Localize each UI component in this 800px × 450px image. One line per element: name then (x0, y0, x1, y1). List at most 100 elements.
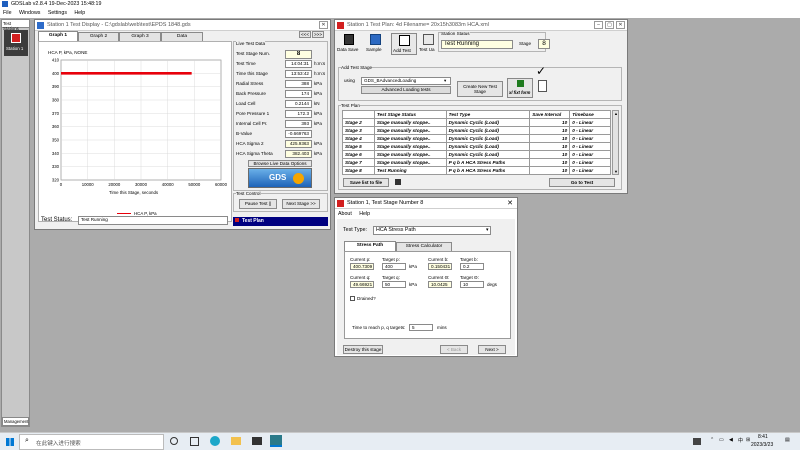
input-lang[interactable]: 中 (738, 437, 743, 444)
column-header[interactable]: Save Interval (529, 110, 571, 119)
column-header[interactable]: Test Stage Status (373, 110, 447, 119)
y-tick-label: 320 (52, 178, 60, 183)
table-row[interactable]: Stage 7 Stage manually stoppe.. P q b A HC… (342, 158, 611, 167)
clock-time[interactable]: 8:41 (758, 434, 768, 440)
tray-chevron-icon[interactable]: ⌃ (710, 437, 714, 443)
plan-titlebar: Station 1 Test Plan: 4d Filename= 20x15h… (335, 20, 627, 31)
tab-stress-calculator[interactable]: Stress Calculator (396, 242, 452, 251)
using-dropdown-icon[interactable]: ▾ (444, 78, 446, 84)
column-header[interactable]: Test Type (445, 110, 531, 119)
stress-field-unit: kPa (409, 282, 417, 287)
tab-graph-3[interactable]: Graph 3 (119, 32, 161, 41)
next-button[interactable]: Next > (478, 345, 506, 354)
x-tick-label: 60000 (215, 182, 228, 187)
clock-date[interactable]: 2023/3/23 (751, 442, 773, 448)
target-value-input[interactable]: 0.2 (460, 263, 484, 270)
tab-stress-path[interactable]: Stress Path (344, 241, 396, 251)
gdslab-task-icon[interactable] (270, 435, 282, 447)
management-button[interactable]: Management (2, 417, 29, 426)
target-value-input[interactable]: 10 (460, 281, 484, 288)
menu-windows[interactable]: Windows (19, 10, 41, 16)
volume-icon[interactable]: ◀ (729, 437, 733, 443)
test-ua-button[interactable]: Test Ua (419, 33, 439, 55)
document-icon[interactable] (538, 80, 547, 92)
nav-back-button[interactable]: <<< (299, 31, 311, 38)
test-display-window: Station 1 Test Display - C:\gdslab\web\t… (34, 19, 331, 230)
widgets-icon[interactable] (190, 437, 199, 446)
notification-icon[interactable]: ▤ (785, 437, 790, 443)
table-cell: 0 - Linear (569, 158, 611, 167)
scroll-down-icon[interactable]: ▼ (614, 169, 618, 174)
y-tick-label: 360 (52, 124, 60, 129)
next-stage-button[interactable]: Next Stage >> (282, 199, 320, 209)
close-icon[interactable]: ✕ (319, 21, 328, 29)
table-cell: 10 (529, 118, 571, 127)
start-icon[interactable] (6, 438, 14, 446)
target-value-input[interactable]: 50 (382, 281, 406, 288)
pause-test-button[interactable]: Pause Test || (239, 199, 277, 209)
drained-checkbox[interactable] (350, 296, 355, 301)
live-data-value: 14:04:31 (285, 60, 312, 68)
time-to-reach-input[interactable]: 5 (409, 324, 433, 331)
plan-close-icon[interactable]: ✕ (616, 21, 625, 29)
browse-live-data-button[interactable]: Browse Live Data Options (248, 160, 312, 167)
live-data-label: Back Pressure (236, 91, 266, 96)
tray-app-icon[interactable] (693, 438, 701, 445)
target-value-input[interactable]: 400 (382, 263, 406, 270)
app-menubar: File Windows Settings Help (0, 9, 800, 18)
disk-icon (344, 34, 354, 45)
scroll-up-icon[interactable]: ▲ (614, 111, 618, 116)
column-header[interactable]: Timebase (569, 110, 611, 119)
table-row[interactable]: Stage 6 Stage manually stoppe.. Dynamic Cy… (342, 150, 611, 159)
column-header[interactable] (342, 110, 375, 119)
table-row[interactable]: Stage 8 Test Running P q b A HCA Stress Pa… (342, 166, 611, 175)
table-row[interactable]: Stage 5 Stage manually stoppe.. Dynamic Cy… (342, 142, 611, 151)
gds-logo: GDS (248, 168, 312, 188)
dialog-menu-about[interactable]: About (338, 211, 352, 217)
data-save-button[interactable]: Data Save (337, 33, 361, 55)
file-explorer-icon[interactable] (231, 437, 241, 445)
create-stage-button[interactable]: Create New Test Stage (457, 81, 503, 97)
stress-field-label: Target p: (382, 257, 400, 262)
ime-icon[interactable]: ⊞ (746, 437, 750, 443)
dialog-menu-help[interactable]: Help (359, 211, 370, 217)
using-select[interactable]: GDS_BAdvancedLoading (361, 77, 451, 85)
add-test-button[interactable]: Add Test (391, 33, 417, 55)
back-button[interactable]: < Back (440, 345, 468, 354)
taskbar-search[interactable]: ⌕ 在此键入进行搜索 (19, 434, 164, 450)
edge-icon[interactable] (210, 436, 220, 446)
tab-graph-2[interactable]: Graph 2 (78, 32, 119, 41)
menu-help[interactable]: Help (74, 10, 85, 16)
save-list-button[interactable]: Save list to file (343, 178, 389, 187)
table-row[interactable]: Stage 3 Stage manually stoppe.. Dynamic Cy… (342, 126, 611, 135)
tab-graph-1[interactable]: Graph 1 (38, 31, 78, 41)
save-disk-icon[interactable] (395, 179, 401, 185)
table-row[interactable]: Stage 2 Stage manually stoppe.. Dynamic Cy… (342, 118, 611, 127)
add-test-label: Add Test (393, 48, 411, 53)
live-data-label: Load Cell (236, 101, 256, 106)
task-view-icon[interactable] (170, 437, 178, 445)
menu-file[interactable]: File (3, 10, 12, 16)
stage-label: Stage (519, 41, 532, 46)
network-icon[interactable]: ▭ (719, 437, 724, 443)
xl-fixt-form-button[interactable]: xl fixt form (507, 78, 533, 98)
dialog-close-icon[interactable]: ✕ (507, 199, 513, 207)
destroy-stage-button[interactable]: Destroy this stage (343, 345, 383, 354)
y-tick-label: 350 (52, 138, 60, 143)
table-scrollbar[interactable]: ▲ ▼ (612, 110, 619, 175)
mail-icon[interactable] (252, 437, 262, 445)
sample-button[interactable]: Sample (364, 33, 388, 55)
test-plan-bar-label: Test Plan (242, 218, 264, 224)
nav-forward-button[interactable]: >>> (312, 31, 324, 38)
menu-settings[interactable]: Settings (48, 10, 67, 16)
test-plan-bar[interactable]: Test Plan (233, 217, 328, 226)
maximize-icon[interactable]: ▢ (605, 21, 614, 29)
tab-data[interactable]: Data (161, 32, 203, 41)
search-icon: ⌕ (25, 437, 29, 444)
table-row[interactable]: Stage 4 Stage manually stoppe.. Dynamic Cy… (342, 134, 611, 143)
go-to-test-button[interactable]: Go to Test (549, 178, 615, 187)
test-type-select[interactable]: HCA Stress Path (373, 226, 491, 235)
test-type-dropdown-icon[interactable]: ▾ (486, 227, 489, 233)
minimize-icon[interactable]: – (594, 21, 603, 29)
station-1-button[interactable]: Station 1 (4, 30, 28, 56)
